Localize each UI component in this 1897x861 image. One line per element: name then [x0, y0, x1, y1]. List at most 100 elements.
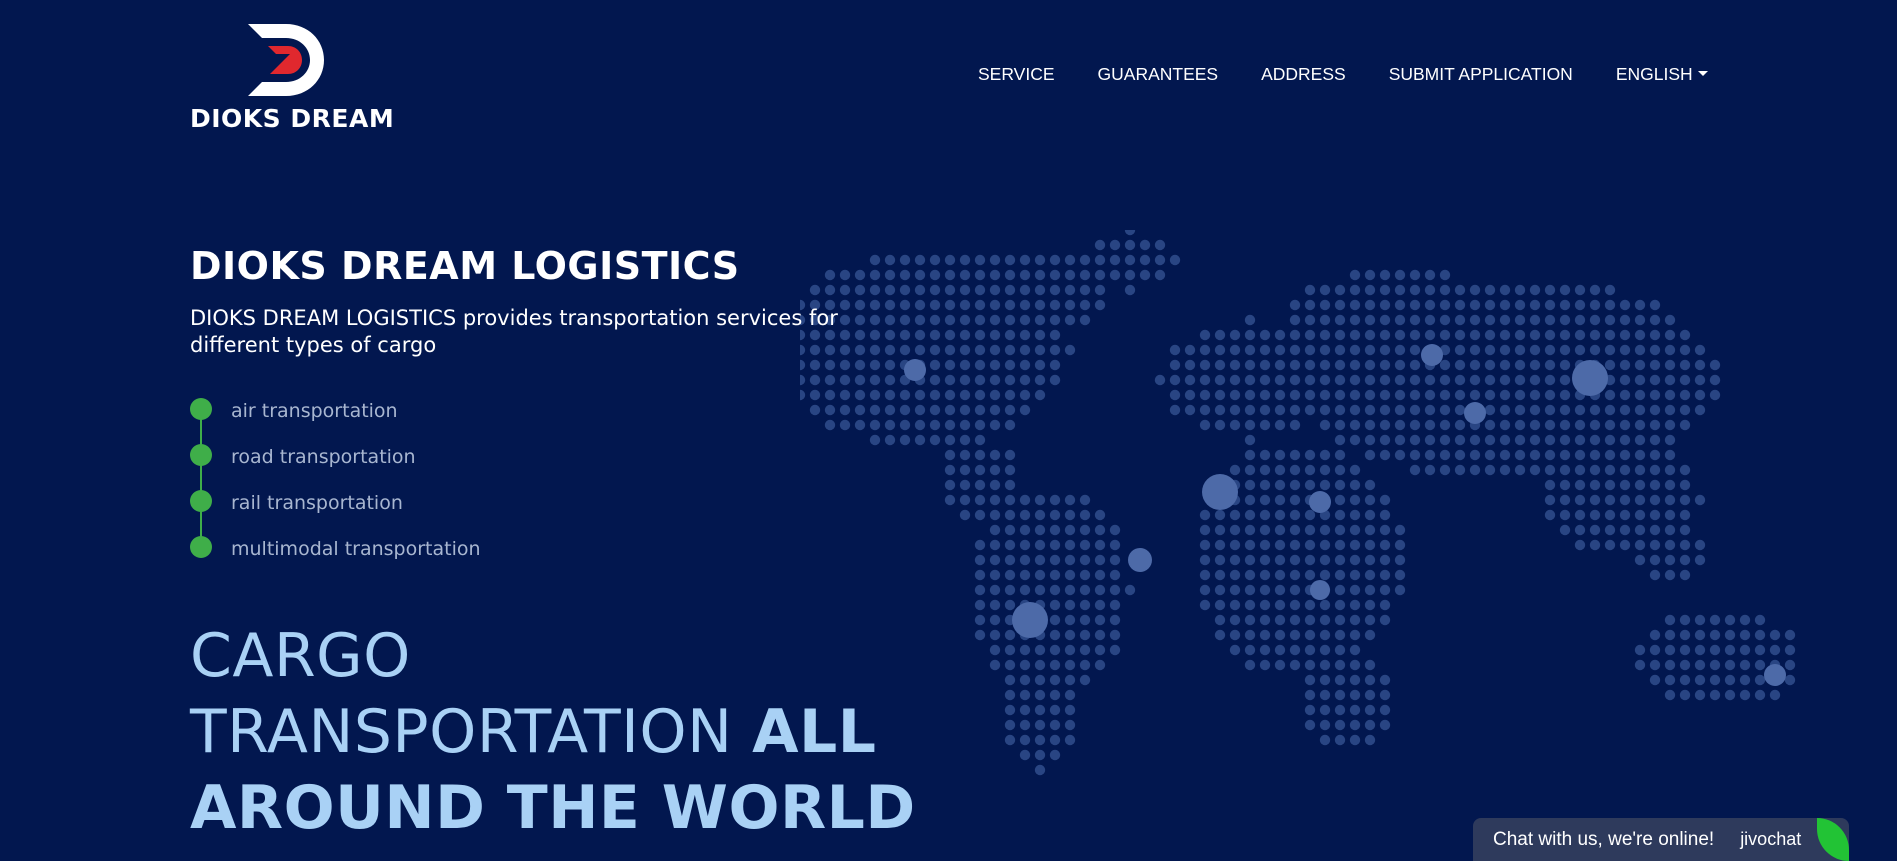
map-dot — [1319, 629, 1331, 641]
map-dot — [1604, 434, 1616, 446]
map-dot — [1109, 569, 1121, 581]
map-dot — [1604, 329, 1616, 341]
map-dot — [1079, 524, 1091, 536]
map-dot — [944, 464, 956, 476]
service-item: road transportation — [190, 444, 481, 490]
map-dot — [1679, 404, 1691, 416]
map-dot — [1304, 554, 1316, 566]
map-dot — [1634, 404, 1646, 416]
map-dot — [1424, 284, 1436, 296]
nav-submit-application[interactable]: SUBMIT APPLICATION — [1389, 64, 1573, 85]
map-dot — [1019, 524, 1031, 536]
map-dot — [1019, 689, 1031, 701]
map-dot — [1364, 734, 1376, 746]
map-dot — [1019, 254, 1031, 266]
map-dot — [1334, 299, 1346, 311]
map-dot — [1529, 314, 1541, 326]
service-label: air transportation — [231, 400, 398, 422]
map-dot — [1364, 704, 1376, 716]
map-dot — [1319, 659, 1331, 671]
map-dot — [1259, 554, 1271, 566]
map-dot — [1589, 344, 1601, 356]
map-dot — [1199, 524, 1211, 536]
map-dot — [1574, 524, 1586, 536]
map-dot — [1319, 614, 1331, 626]
map-dot — [1484, 344, 1496, 356]
map-dot — [1229, 644, 1241, 656]
map-dot — [1454, 464, 1466, 476]
map-dot — [944, 254, 956, 266]
map-dot — [1619, 464, 1631, 476]
map-dot — [1484, 449, 1496, 461]
map-dot — [1784, 659, 1796, 671]
map-dot — [1649, 344, 1661, 356]
map-dot — [1274, 599, 1286, 611]
language-dropdown[interactable]: ENGLISH — [1616, 64, 1708, 85]
map-dot — [1214, 509, 1226, 521]
logo[interactable]: DIOKS DREAM — [190, 22, 394, 133]
nav-address[interactable]: ADDRESS — [1261, 64, 1346, 85]
map-dot — [1619, 299, 1631, 311]
map-dot — [1499, 374, 1511, 386]
map-dot — [1034, 734, 1046, 746]
map-dot — [1349, 494, 1361, 506]
map-dot — [884, 269, 896, 281]
map-dot — [1064, 254, 1076, 266]
map-dot — [974, 434, 986, 446]
map-dot — [1589, 479, 1601, 491]
map-dot — [1334, 584, 1346, 596]
map-dot — [1544, 359, 1556, 371]
nav-guarantees[interactable]: GUARANTEES — [1098, 64, 1219, 85]
map-dot — [1379, 674, 1391, 686]
map-dot — [1079, 599, 1091, 611]
map-dot — [800, 389, 806, 401]
map-dot — [1109, 539, 1121, 551]
map-dot — [1439, 314, 1451, 326]
map-dot — [1034, 254, 1046, 266]
map-dot — [1334, 284, 1346, 296]
map-dot — [1319, 704, 1331, 716]
map-dot — [1694, 554, 1706, 566]
map-dot — [929, 314, 941, 326]
map-dot — [1004, 524, 1016, 536]
map-dot — [1484, 404, 1496, 416]
map-dot — [1409, 359, 1421, 371]
map-dot — [1379, 449, 1391, 461]
map-dot — [1394, 284, 1406, 296]
map-dot — [1754, 689, 1766, 701]
map-dot — [1559, 359, 1571, 371]
map-dot — [1274, 359, 1286, 371]
map-dot — [1529, 434, 1541, 446]
chat-widget-button[interactable]: Chat with us, we're online! jivochat — [1473, 818, 1849, 861]
map-dot — [1679, 344, 1691, 356]
map-dot — [1364, 554, 1376, 566]
map-dot — [1334, 629, 1346, 641]
main-nav: SERVICE GUARANTEES ADDRESS SUBMIT APPLIC… — [978, 64, 1708, 85]
map-dot — [1469, 329, 1481, 341]
map-dot — [1049, 359, 1061, 371]
map-dot — [1394, 329, 1406, 341]
map-dot — [1364, 599, 1376, 611]
map-dot — [1349, 569, 1361, 581]
map-dot — [1334, 674, 1346, 686]
map-dot — [974, 374, 986, 386]
logo-mark-icon — [248, 24, 324, 96]
map-dot — [1049, 614, 1061, 626]
nav-service[interactable]: SERVICE — [978, 64, 1055, 85]
map-dot — [899, 284, 911, 296]
map-dot — [1289, 299, 1301, 311]
map-dot — [1214, 539, 1226, 551]
map-dot — [1619, 419, 1631, 431]
map-dot — [944, 344, 956, 356]
map-dot — [944, 329, 956, 341]
map-dot — [1649, 674, 1661, 686]
map-dot — [1274, 509, 1286, 521]
map-hub-dot — [1310, 580, 1330, 600]
map-dot — [1184, 344, 1196, 356]
map-dot — [1619, 434, 1631, 446]
map-dot — [1034, 314, 1046, 326]
map-dot — [1364, 479, 1376, 491]
map-dot — [1244, 629, 1256, 641]
map-hub-dot — [1572, 360, 1608, 396]
map-dot — [1379, 494, 1391, 506]
